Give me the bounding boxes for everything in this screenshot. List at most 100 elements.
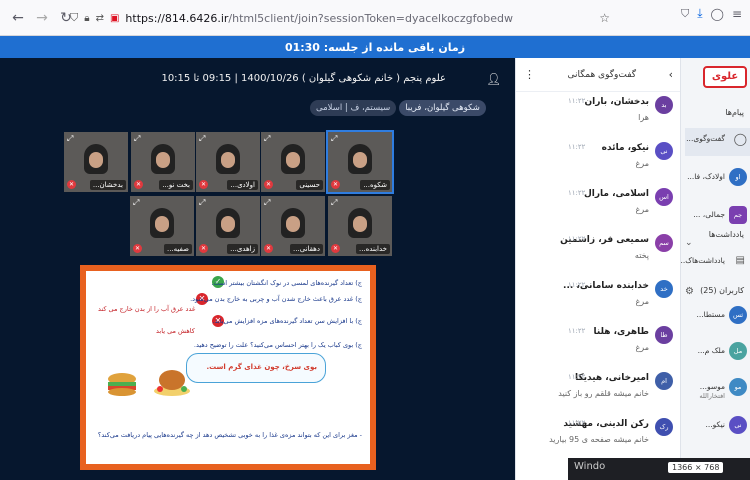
message-sender: طاهری، هلنا xyxy=(593,327,649,337)
browser-toolbar: ← → ↻ ⛉ 🔒︎ ⇄ ▣ https://814.6426.ir/html5… xyxy=(0,0,750,36)
slide-bottom-question: - مغز برای این که بتواند مزه‌ی غذا را به… xyxy=(97,431,362,439)
user-name: موسو... xyxy=(699,382,725,391)
collapse-chevron-icon[interactable]: ⌄ xyxy=(685,238,693,248)
avatar: او xyxy=(729,168,747,186)
video-tile[interactable]: ⤢ ✕ زاهدی... xyxy=(196,196,260,256)
participant-name: اولادی... xyxy=(227,180,258,190)
slide-answer: کاهش می یابد xyxy=(156,327,195,335)
bookmark-star-icon[interactable]: ☆ xyxy=(599,11,610,25)
expand-icon[interactable]: ⤢ xyxy=(331,198,337,208)
slide-content: ✓ ج) تعداد گیرنده‌های لمسی در نوک انگشتا… xyxy=(86,271,370,464)
participant-face xyxy=(89,152,103,168)
expand-icon[interactable]: ⤢ xyxy=(67,134,73,144)
downloads-icon[interactable]: ⤓ xyxy=(697,6,702,21)
menu-icon[interactable]: ≡ xyxy=(732,7,742,21)
address-bar[interactable]: ⛉ 🔒︎ ⇄ ▣ https://814.6426.ir/html5client… xyxy=(70,6,610,30)
user-item[interactable]: مو موسو... افتخارالله xyxy=(685,376,750,404)
forward-icon[interactable]: → xyxy=(30,6,54,30)
settings-gear-icon[interactable]: ⚙ xyxy=(685,286,694,297)
pocket-icon[interactable]: ⛉ xyxy=(681,7,689,21)
message-time: ۱۱:۲۲ xyxy=(568,235,586,243)
participant-name: صفیه... xyxy=(163,244,192,254)
message-sender: نیکو، مائده xyxy=(601,143,649,153)
more-options-icon[interactable]: ⋮ xyxy=(524,68,535,81)
chat-message: بد بدخشان، باران ۱۱:۲۲ هرا xyxy=(520,94,675,136)
video-tile[interactable]: ⤢ ✕ حسینی xyxy=(261,132,325,192)
participant-face xyxy=(221,152,235,168)
video-tile[interactable]: ⤢ ✕ صفیه... xyxy=(130,196,194,256)
mic-muted-icon: ✕ xyxy=(199,244,208,253)
slide-answer: غدد عرق آب را از بدن خارج می کند xyxy=(98,305,196,313)
presentation-slide[interactable]: ✓ ج) تعداد گیرنده‌های لمسی در نوک انگشتا… xyxy=(80,265,376,470)
slide-question: ج) غدد عرق باعث خارج شدن آب و چربی به خا… xyxy=(190,295,362,303)
mic-muted-icon: ✕ xyxy=(331,180,340,189)
talking-pill[interactable]: شکوهی گیلوان، فریبا xyxy=(399,100,486,116)
shared-notes-item[interactable]: ▤ یادداشت‌هاک... xyxy=(681,250,750,278)
mic-muted-icon: ✕ xyxy=(199,180,208,189)
participant-name: شکوه... xyxy=(360,180,390,190)
user-name: مستطا... xyxy=(696,310,725,319)
message-text: هرا xyxy=(638,113,649,122)
private-chat-item[interactable]: او اولادک، فا... xyxy=(685,166,750,194)
school-logo: علوی xyxy=(703,66,747,88)
talking-pill[interactable]: سیستم، ف | اسلامی xyxy=(310,100,397,116)
camera-icon[interactable]: ▣ xyxy=(110,13,119,24)
participant-name: خدابنده... xyxy=(355,244,390,254)
expand-icon[interactable]: ⤢ xyxy=(264,134,270,144)
expand-icon[interactable]: ⤢ xyxy=(134,134,140,144)
video-tile[interactable]: ⤢ ✕ خدابنده... xyxy=(328,196,392,256)
session-timer-banner: زمان باقی مانده از جلسه: 01:30 xyxy=(0,36,750,58)
roast-chicken-illustration xyxy=(154,370,190,396)
video-tile[interactable]: ⤢ ✕ شکوه... xyxy=(326,130,394,194)
account-icon[interactable]: ◯ xyxy=(711,7,724,21)
video-tile[interactable]: ⤢ ✕ دهقانی... xyxy=(261,196,325,256)
notes-icon: ▤ xyxy=(735,255,745,266)
message-text: مرغ xyxy=(635,205,649,214)
back-icon[interactable]: ← xyxy=(6,6,30,30)
expand-icon[interactable]: ⤢ xyxy=(199,134,205,144)
message-sender: اسلامی، مارال xyxy=(583,189,649,199)
video-tile[interactable]: ⤢ ✕ اولادی... xyxy=(196,132,260,192)
messages-section-label: پیام‌ها xyxy=(725,108,744,117)
chevron-left-icon[interactable]: ‹ xyxy=(669,68,673,81)
users-toggle-icon[interactable]: 👤︎ xyxy=(486,72,502,86)
user-item[interactable]: نی نیکو... xyxy=(685,414,750,442)
expand-icon[interactable]: ⤢ xyxy=(199,198,205,208)
chat-title: گفت‌وگوی همگانی xyxy=(567,69,637,80)
avatar: بد xyxy=(655,96,673,114)
participant-face xyxy=(156,152,170,168)
chat-message: ام امیرخانی، هیدیکا ۱۱:۲۲ خانم میشه قلقم… xyxy=(520,370,675,412)
participant-name: بخت نو... xyxy=(159,180,193,190)
video-tile[interactable]: ⤢ ✕ بدخشان... xyxy=(64,132,128,192)
mic-muted-icon: ✕ xyxy=(133,244,142,253)
taskbar-window-label[interactable]: Windo xyxy=(574,461,605,472)
expand-icon[interactable]: ⤢ xyxy=(331,134,337,144)
user-item[interactable]: ثس مستطا... xyxy=(685,304,750,332)
expand-icon[interactable]: ⤢ xyxy=(133,198,139,208)
message-text: خانم میشه صفحه ی 95 بیارید xyxy=(549,435,649,444)
permissions-icon[interactable]: ⇄ xyxy=(96,13,104,24)
public-chat-item[interactable]: ◯ گفت‌وگوی... xyxy=(685,128,750,156)
sandwich-illustration xyxy=(108,373,136,396)
video-tile[interactable]: ⤢ ✕ بخت نو... xyxy=(131,132,195,192)
timer-text: زمان باقی مانده از جلسه: 01:30 xyxy=(284,40,466,54)
chat-message: سم سمیعی فر، زاسمین ۱۱:۲۲ پخته xyxy=(520,232,675,274)
url-text[interactable]: https://814.6426.ir/html5client/join?ses… xyxy=(125,12,513,25)
mic-muted-icon: ✕ xyxy=(331,244,340,253)
private-chat-item[interactable]: جم جمالی، ... xyxy=(685,204,750,232)
participant-name: زاهدی... xyxy=(227,244,258,254)
avatar: ام xyxy=(655,372,673,390)
shield-icon[interactable]: ⛉ xyxy=(70,11,78,25)
user-name: جمالی، ... xyxy=(693,210,725,219)
mic-muted-icon: ✕ xyxy=(264,244,273,253)
message-time: ۱۱:۲۲ xyxy=(568,97,586,105)
chat-bubble-icon: ◯ xyxy=(733,132,747,146)
mic-muted-icon: ✕ xyxy=(67,180,76,189)
message-text: خانم میشه قلقم رو باز کنید xyxy=(558,389,649,398)
avatar: خد xyxy=(655,280,673,298)
lock-icon[interactable]: 🔒︎ xyxy=(84,13,89,24)
user-list-sidebar: علوی پیام‌ها ◯ گفت‌وگوی... او اولادک، فا… xyxy=(680,58,750,480)
expand-icon[interactable]: ⤢ xyxy=(264,198,270,208)
slide-question: ج) تعداد گیرنده‌های لمسی در نوک انگشتان … xyxy=(211,279,362,287)
user-item[interactable]: مل ملک م... xyxy=(685,340,750,368)
